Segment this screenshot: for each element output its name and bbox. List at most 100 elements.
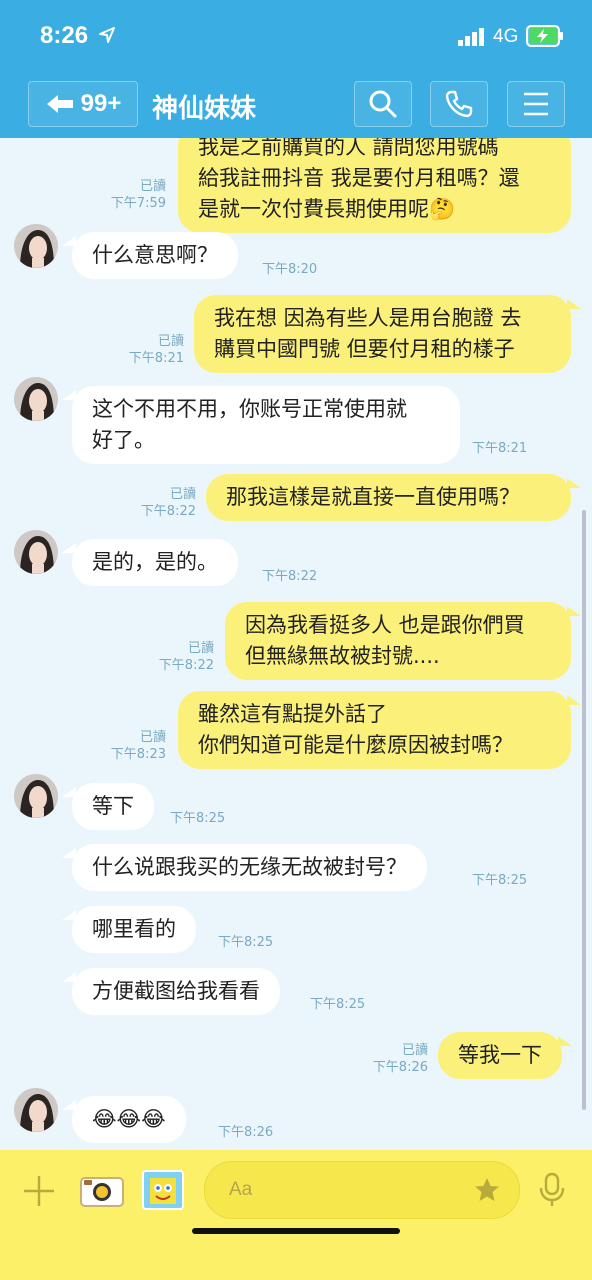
message-time: 下午8:22 xyxy=(158,658,214,673)
message-line: 但無緣無故被封號.... xyxy=(245,644,440,668)
message-meta: 已讀 下午7:59 xyxy=(96,178,166,212)
phone-icon xyxy=(445,90,473,118)
avatar-image xyxy=(14,377,58,421)
avatar[interactable] xyxy=(14,530,58,574)
message-line: 給我註冊抖音 我是要付月租嗎？還 xyxy=(198,166,520,190)
message-line: 哪里看的 xyxy=(92,917,176,941)
read-receipt: 已讀 xyxy=(169,487,196,502)
message-bubble-outgoing[interactable]: 那我這樣是就直接一直使用嗎？ xyxy=(206,474,581,521)
message-bubble-outgoing[interactable]: 等我一下 xyxy=(438,1032,572,1079)
message-bubble-incoming[interactable]: 什么意思啊？ xyxy=(62,232,238,279)
menu-icon xyxy=(524,92,548,116)
input-placeholder: Aa xyxy=(229,1179,253,1200)
input-bar: Aa xyxy=(0,1150,592,1280)
message-line: 😂😂😂 xyxy=(92,1107,166,1131)
message-line: 我是之前購買的人 請問您用號碼 xyxy=(198,138,499,159)
message-time: 下午8:22 xyxy=(140,504,196,519)
message-bubble-incoming[interactable]: 哪里看的 xyxy=(62,906,196,953)
message-bubble-outgoing[interactable]: 我是之前購買的人 請問您用號碼 給我註冊抖音 我是要付月租嗎？還 是就一次付費長… xyxy=(178,138,571,233)
add-button[interactable] xyxy=(22,1174,56,1212)
message-input[interactable]: Aa xyxy=(204,1161,520,1219)
message-time: 下午8:21 xyxy=(128,351,184,366)
message-time: 下午8:23 xyxy=(110,747,166,762)
camera-button[interactable] xyxy=(80,1172,124,1212)
avatar[interactable] xyxy=(14,224,58,268)
message-bubble-incoming[interactable]: 这个不用不用，你账号正常使用就 好了。 xyxy=(62,386,460,464)
avatar-image xyxy=(14,530,58,574)
read-receipt: 已讀 xyxy=(401,1043,428,1058)
message-time: 下午8:25 xyxy=(218,935,274,950)
menu-button[interactable] xyxy=(507,81,565,127)
message-line: 是的，是的。 xyxy=(92,550,218,574)
avatar-image xyxy=(14,224,58,268)
avatar-image xyxy=(14,774,58,818)
message-line: 这个不用不用，你账号正常使用就 xyxy=(92,397,407,421)
avatar[interactable] xyxy=(14,774,58,818)
network-label: 4G xyxy=(493,26,519,47)
message-bubble-incoming[interactable]: 什么说跟我买的无缘无故被封号？ xyxy=(62,844,427,891)
message-meta: 已讀 下午8:26 xyxy=(352,1042,428,1076)
message-line: 購買中國門號 但要付月租的樣子 xyxy=(214,337,515,361)
read-receipt: 已讀 xyxy=(157,334,184,349)
unread-count: 99+ xyxy=(80,90,122,117)
read-receipt: 已讀 xyxy=(139,730,166,745)
plus-icon xyxy=(24,1176,54,1206)
message-bubble-incoming[interactable]: 等下 xyxy=(62,783,154,830)
message-time: 下午8:25 xyxy=(472,873,528,888)
avatar-image xyxy=(14,1088,58,1132)
home-indicator[interactable] xyxy=(192,1228,400,1234)
star-icon[interactable] xyxy=(473,1176,501,1204)
message-line: 什么说跟我买的无缘无故被封号？ xyxy=(92,855,407,879)
message-bubble-incoming[interactable]: 是的，是的。 xyxy=(62,539,238,586)
search-icon xyxy=(369,90,397,118)
avatar[interactable] xyxy=(14,377,58,421)
message-bubble-incoming[interactable]: 😂😂😂 xyxy=(62,1096,186,1143)
message-time: 下午8:21 xyxy=(472,441,528,456)
message-line: 因為我看挺多人 也是跟你們買 xyxy=(245,613,525,637)
message-meta: 已讀 下午8:22 xyxy=(122,486,196,520)
message-bubble-outgoing[interactable]: 我在想 因為有些人是用台胞證 去 購買中國門號 但要付月租的樣子 xyxy=(194,295,581,373)
message-time: 下午8:25 xyxy=(170,811,226,826)
message-line: 是就一次付費長期使用呢🤔 xyxy=(198,197,456,221)
message-line: 等我一下 xyxy=(458,1043,542,1067)
message-time: 下午7:59 xyxy=(110,196,166,211)
message-meta: 已讀 下午8:23 xyxy=(92,729,166,763)
message-time: 下午8:25 xyxy=(310,997,366,1012)
call-button[interactable] xyxy=(430,81,488,127)
avatar[interactable] xyxy=(14,1088,58,1132)
location-arrow-icon xyxy=(99,27,115,43)
read-receipt: 已讀 xyxy=(187,641,214,656)
back-button[interactable]: 99+ xyxy=(28,81,138,127)
message-line: 好了。 xyxy=(92,428,155,452)
microphone-icon xyxy=(539,1172,565,1206)
message-line: 你們知道可能是什麼原因被封嗎？ xyxy=(198,733,513,757)
chat-header: 99+ 神仙妹妹 xyxy=(0,70,592,138)
message-line: 什么意思啊？ xyxy=(92,243,218,267)
scrollbar[interactable] xyxy=(582,510,586,1110)
message-time: 下午8:20 xyxy=(262,262,318,277)
chat-messages[interactable]: 我是之前購買的人 請問您用號碼 給我註冊抖音 我是要付月租嗎？還 是就一次付費長… xyxy=(0,138,592,1150)
message-line: 方便截图给我看看 xyxy=(92,979,260,1003)
message-time: 下午8:26 xyxy=(372,1060,428,1075)
message-time: 下午8:26 xyxy=(218,1125,274,1140)
back-arrow-icon xyxy=(46,95,73,113)
read-receipt: 已讀 xyxy=(139,179,166,194)
message-bubble-outgoing[interactable]: 雖然這有點提外話了 你們知道可能是什麼原因被封嗎？ xyxy=(178,691,581,769)
message-bubble-outgoing[interactable]: 因為我看挺多人 也是跟你們買 但無緣無故被封號.... xyxy=(225,602,581,680)
camera-icon xyxy=(80,1177,124,1207)
message-bubble-incoming[interactable]: 方便截图给我看看 xyxy=(62,968,280,1015)
message-meta: 已讀 下午8:21 xyxy=(112,333,184,367)
message-meta: 已讀 下午8:22 xyxy=(140,640,214,674)
signal-icon xyxy=(458,28,484,46)
sticker-button[interactable] xyxy=(142,1170,184,1214)
message-time: 下午8:22 xyxy=(262,569,318,584)
message-line: 那我這樣是就直接一直使用嗎？ xyxy=(226,485,520,509)
battery-charging-icon xyxy=(526,25,563,47)
message-line: 等下 xyxy=(92,794,134,818)
message-line: 我在想 因為有些人是用台胞證 去 xyxy=(214,306,522,330)
search-button[interactable] xyxy=(354,81,412,127)
message-line: 雖然這有點提外話了 xyxy=(198,702,387,726)
voice-button[interactable] xyxy=(538,1172,566,1212)
status-time: 8:26 xyxy=(40,22,89,49)
chat-title: 神仙妹妹 xyxy=(152,94,257,124)
